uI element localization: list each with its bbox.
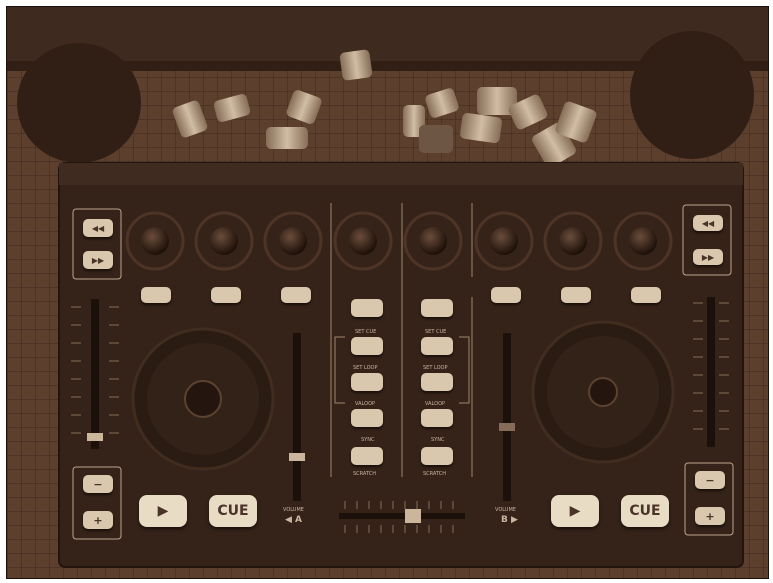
right-sync-button[interactable] — [421, 447, 453, 465]
cue-label: CUE — [217, 503, 249, 519]
left-pitch-plus-button[interactable]: + — [83, 511, 113, 529]
right-set-loop-button[interactable] — [421, 373, 453, 391]
rewind-icon: ◀◀ — [701, 218, 715, 228]
fx-button-8[interactable] — [631, 287, 661, 303]
right-rewind-button[interactable]: ◀◀ — [693, 215, 723, 231]
right-valoop-button[interactable] — [421, 409, 453, 427]
left-set-loop-label: SET LOOP — [353, 365, 378, 371]
right-valoop-label: VALOOP — [425, 401, 446, 407]
minus-icon: − — [93, 477, 103, 491]
right-volume-label: VOLUME — [495, 507, 516, 513]
left-center-button-1[interactable] — [351, 299, 383, 317]
minus-icon: − — [705, 473, 715, 487]
fx-button-3[interactable] — [281, 287, 311, 303]
right-set-loop-label: SET LOOP — [423, 365, 448, 371]
right-deck-letter: B ▶ — [501, 515, 518, 525]
right-pitch-minus-button[interactable]: − — [695, 471, 725, 489]
plus-icon: + — [705, 509, 715, 523]
left-rewind-button[interactable]: ◀◀ — [83, 219, 113, 237]
right-pitch-plus-button[interactable]: + — [695, 507, 725, 525]
fast-forward-icon: ▶▶ — [701, 252, 715, 262]
play-icon: ▶ — [569, 503, 581, 519]
right-set-cue-label: SET CUE — [425, 329, 447, 335]
left-set-cue-label: SET CUE — [355, 329, 377, 335]
left-sync-button[interactable] — [351, 447, 383, 465]
photo: ◀◀ ▶▶ ◀◀ ▶▶ SET CUE SET LOOP VALOOP SYNC… — [6, 6, 769, 579]
fx-button-1[interactable] — [141, 287, 171, 303]
left-deck-letter: ◀ A — [285, 515, 303, 525]
left-play-button[interactable]: ▶ — [139, 495, 187, 527]
right-scratch-label: SCRATCH — [423, 471, 446, 477]
left-valoop-label: VALOOP — [355, 401, 376, 407]
left-set-loop-button[interactable] — [351, 373, 383, 391]
fx-button-6[interactable] — [491, 287, 521, 303]
fx-button-7[interactable] — [561, 287, 591, 303]
right-forward-button[interactable]: ▶▶ — [693, 249, 723, 265]
right-play-button[interactable]: ▶ — [551, 495, 599, 527]
fast-forward-icon: ▶▶ — [91, 255, 105, 265]
fx-button-2[interactable] — [211, 287, 241, 303]
cue-label: CUE — [629, 503, 661, 519]
left-cue-button[interactable]: CUE — [209, 495, 257, 527]
rewind-icon: ◀◀ — [91, 223, 105, 233]
left-pitch-minus-button[interactable]: − — [83, 475, 113, 493]
plus-icon: + — [93, 513, 103, 527]
right-cue-button[interactable]: CUE — [621, 495, 669, 527]
right-center-button-1[interactable] — [421, 299, 453, 317]
left-set-cue-button[interactable] — [351, 337, 383, 355]
right-set-cue-button[interactable] — [421, 337, 453, 355]
play-icon: ▶ — [157, 503, 169, 519]
left-volume-label: VOLUME — [283, 507, 304, 513]
left-sync-label: SYNC — [361, 437, 375, 443]
left-scratch-label: SCRATCH — [353, 471, 376, 477]
left-forward-button[interactable]: ▶▶ — [83, 251, 113, 269]
right-sync-label: SYNC — [431, 437, 445, 443]
left-valoop-button[interactable] — [351, 409, 383, 427]
